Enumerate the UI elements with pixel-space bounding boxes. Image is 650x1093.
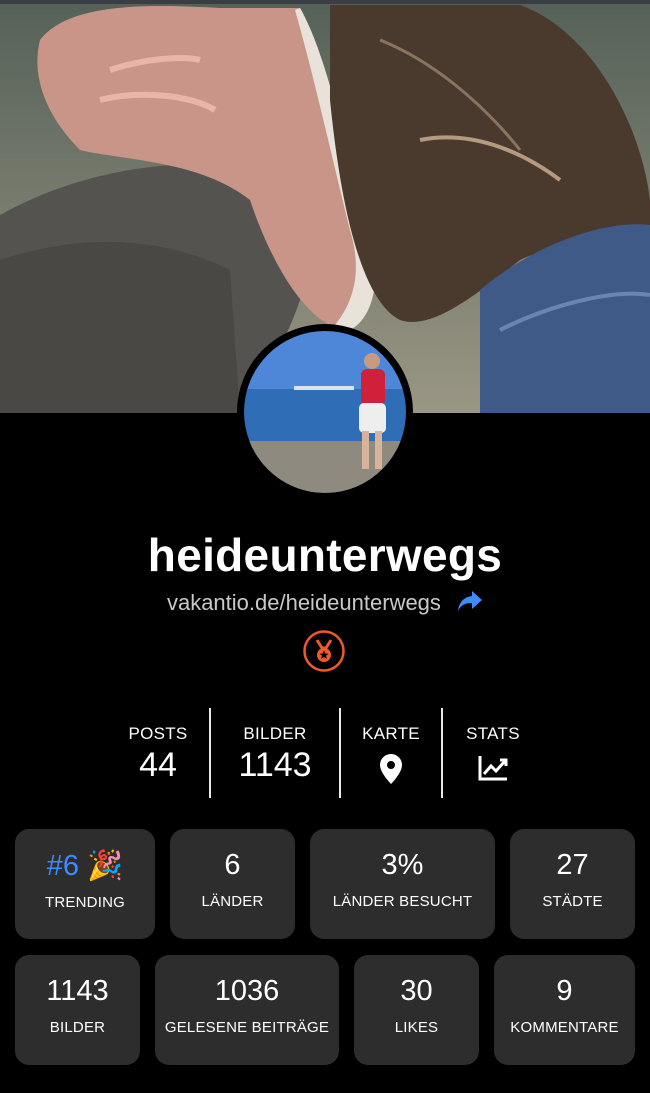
card-staedte-value: 27 <box>556 849 589 881</box>
share-arrow-icon[interactable] <box>457 590 483 618</box>
profile-username: heideunterwegs <box>147 529 503 581</box>
stat-bilder-value: 1143 <box>238 746 312 784</box>
stat-bilder-label: BILDER <box>243 724 307 743</box>
card-trending-caption: TRENDING <box>45 894 125 911</box>
stat-posts-value: 44 <box>139 746 177 784</box>
card-laender-besucht-value: 3% <box>381 849 424 881</box>
card-gelesene-beitraege-caption: GELESENE BEITRÄGE <box>164 1019 330 1036</box>
profile-url-row: vakantio.de/heideunterwegs <box>0 590 650 618</box>
stat-stats[interactable]: STATS <box>457 708 529 798</box>
stat-stats-label: STATS <box>466 724 520 743</box>
card-likes-value: 30 <box>400 975 433 1007</box>
stat-divider <box>441 708 443 798</box>
chart-line-icon <box>457 754 529 787</box>
avatar-photo <box>244 331 406 493</box>
stat-karte-label: KARTE <box>362 724 420 743</box>
card-kommentare-value: 9 <box>556 975 573 1007</box>
card-staedte-caption: STÄDTE <box>542 893 603 910</box>
stat-bilder[interactable]: BILDER 1143 <box>225 708 325 798</box>
card-bilder[interactable]: 1143 BILDER <box>15 955 140 1065</box>
card-trending[interactable]: #6 🎉 TRENDING <box>15 829 155 939</box>
avatar[interactable] <box>237 324 413 500</box>
card-likes[interactable]: 30 LIKES <box>354 955 479 1065</box>
trending-rank: #6 <box>46 850 80 882</box>
trending-rank-row: #6 🎉 <box>15 849 155 883</box>
party-popper-icon: 🎉 <box>87 850 124 882</box>
card-laender-besucht[interactable]: 3% LÄNDER BESUCHT <box>310 829 495 939</box>
card-laender-value: 6 <box>224 849 241 881</box>
card-bilder-value: 1143 <box>46 975 109 1007</box>
stat-posts-label: POSTS <box>128 724 188 743</box>
card-bilder-caption: BILDER <box>49 1019 106 1036</box>
card-kommentare-caption: KOMMENTARE <box>510 1019 619 1036</box>
card-laender[interactable]: 6 LÄNDER <box>170 829 295 939</box>
stat-posts[interactable]: POSTS 44 <box>118 708 198 798</box>
card-laender-besucht-caption: LÄNDER BESUCHT <box>332 893 473 910</box>
card-gelesene-beitraege[interactable]: 1036 GELESENE BEITRÄGE <box>155 955 339 1065</box>
card-kommentare[interactable]: 9 KOMMENTARE <box>494 955 635 1065</box>
stat-karte[interactable]: KARTE <box>355 708 427 798</box>
profile-url[interactable]: vakantio.de/heideunterwegs <box>167 590 441 615</box>
stat-divider <box>339 708 341 798</box>
card-gelesene-beitraege-value: 1036 <box>214 975 280 1007</box>
medal-icon[interactable] <box>303 630 345 672</box>
card-staedte[interactable]: 27 STÄDTE <box>510 829 635 939</box>
map-pin-icon <box>355 754 427 789</box>
card-laender-caption: LÄNDER <box>201 893 264 910</box>
stat-divider <box>209 708 211 798</box>
card-likes-caption: LIKES <box>394 1019 439 1036</box>
